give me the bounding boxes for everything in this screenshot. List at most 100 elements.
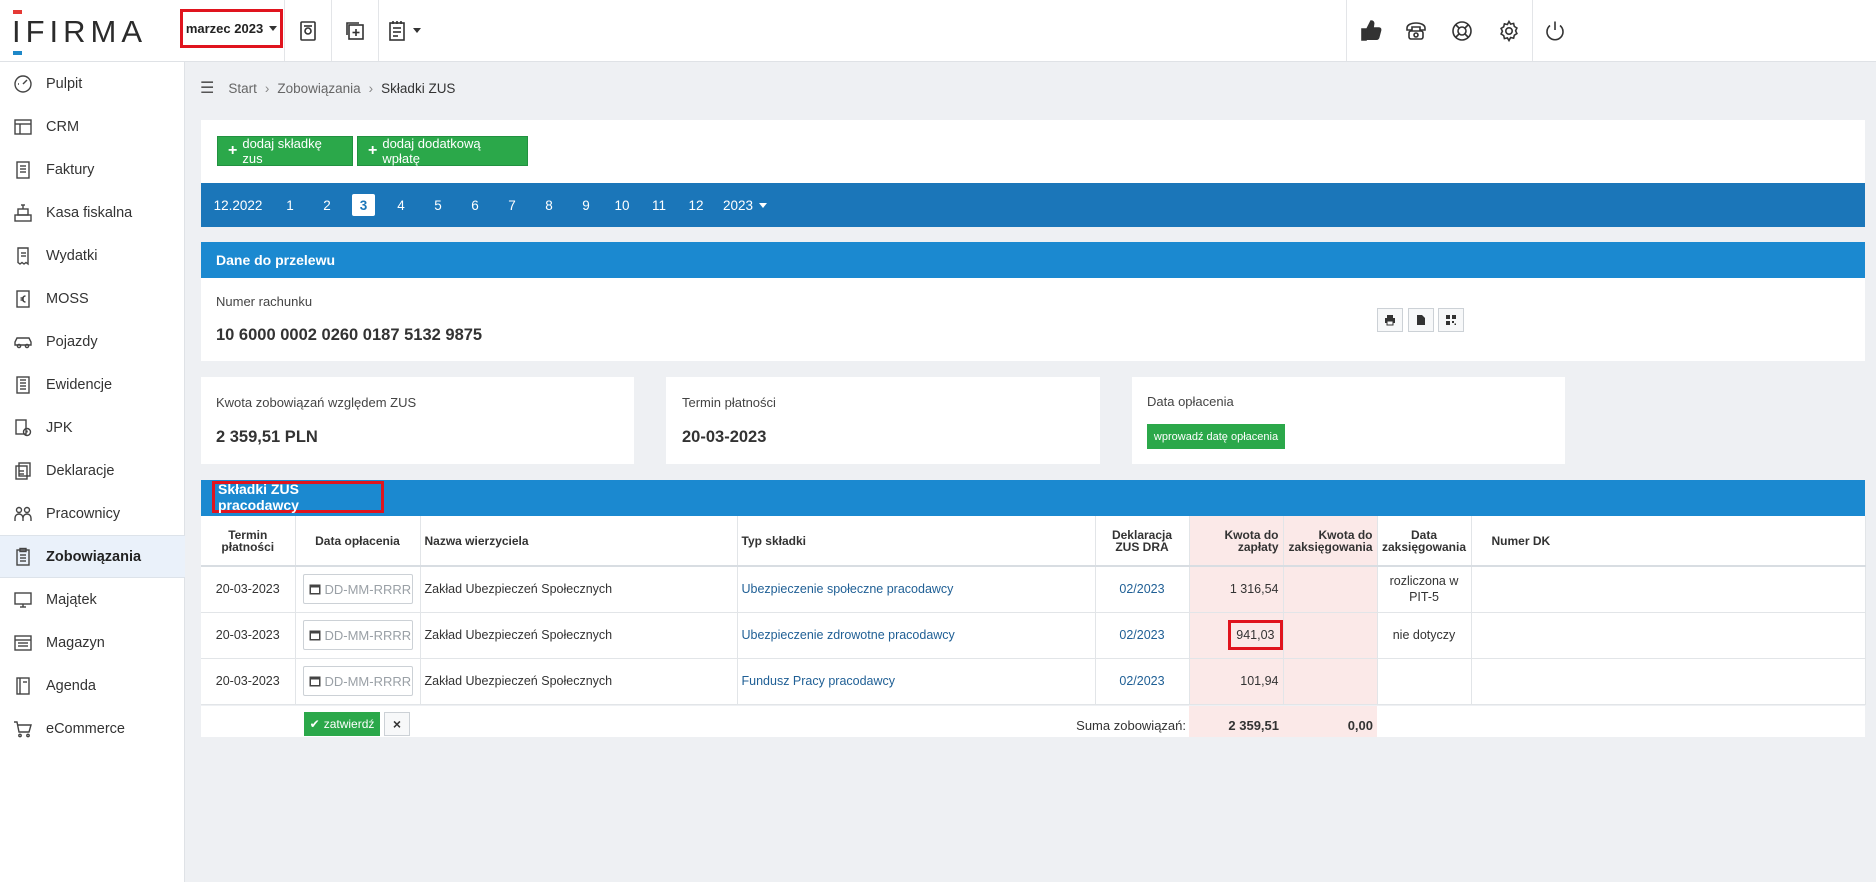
month-item-3[interactable]: 3: [352, 194, 375, 216]
phone-button[interactable]: [1394, 0, 1438, 61]
month-navigation: 12.2022 1 2 3 4 5 6 7 8 9 10 11 12 2023: [201, 183, 1865, 227]
contribution-type-link[interactable]: Ubezpieczenie zdrowotne pracodawcy: [742, 628, 955, 642]
sidebar-item-majatek[interactable]: Majątek: [0, 578, 185, 621]
sidebar-item-label: Deklaracje: [46, 462, 115, 479]
month-item-7[interactable]: 7: [501, 194, 523, 216]
month-item-6[interactable]: 6: [464, 194, 486, 216]
sidebar-item-label: Pojazdy: [46, 333, 98, 350]
sidebar-item-label: Ewidencje: [46, 376, 113, 393]
table-header-row: Termin płatności Data opłacenia Nazwa wi…: [201, 516, 1866, 567]
breadcrumb-start[interactable]: Start: [228, 81, 257, 96]
cancel-button[interactable]: ×: [384, 712, 410, 736]
monitor-icon: [14, 591, 32, 608]
column-header[interactable]: Termin płatności: [201, 516, 296, 567]
agenda-icon: [16, 676, 30, 695]
dk-number-cell: [1471, 612, 1866, 659]
ifirma-logo[interactable]: IFIRMA: [12, 10, 147, 55]
caret-down-icon: [413, 28, 421, 33]
payment-date-input[interactable]: DD-MM-RRRR: [302, 574, 413, 605]
month-item-1[interactable]: 1: [279, 194, 301, 216]
dra-link[interactable]: 02/2023: [1119, 674, 1164, 688]
column-header[interactable]: Nazwa wierzyciela: [420, 516, 738, 567]
table-row: 20-03-2023 DD-MM-RRRR Zakład Ubezpieczeń…: [201, 612, 1866, 659]
sidebar-item-agenda[interactable]: Agenda: [0, 664, 185, 707]
sidebar-item-deklaracje[interactable]: Deklaracje: [0, 449, 185, 492]
dra-link[interactable]: 02/2023: [1119, 582, 1164, 596]
column-header[interactable]: Numer DK: [1471, 516, 1866, 567]
add-payment-button[interactable]: + dodaj dodatkową wpłatę: [357, 136, 528, 166]
caret-down-icon: [269, 26, 278, 31]
dashboard-icon: [14, 74, 32, 93]
logout-button[interactable]: [1532, 0, 1576, 61]
month-item-11[interactable]: 11: [647, 194, 671, 216]
add-zus-button[interactable]: + dodaj składkę zus: [217, 136, 353, 166]
sidebar-item-ewidencje[interactable]: Ewidencje: [0, 363, 185, 406]
contribution-type-link[interactable]: Fundusz Pracy pracodawcy: [742, 674, 896, 688]
dra-link[interactable]: 02/2023: [1119, 628, 1164, 642]
sidebar-item-label: Faktury: [46, 161, 95, 178]
due-date-card: [666, 377, 1100, 464]
sidebar-item-wydatki[interactable]: Wydatki: [0, 234, 185, 277]
column-header[interactable]: Typ składki: [737, 516, 1096, 567]
transfer-header: Dane do przelewu: [201, 242, 1865, 278]
add-document-button[interactable]: [331, 0, 378, 61]
year-dropdown[interactable]: 2023: [721, 194, 769, 216]
like-button[interactable]: [1346, 0, 1394, 61]
qr-code-button[interactable]: [1438, 308, 1464, 332]
column-header[interactable]: Kwota do zaksięgowania: [1283, 516, 1378, 567]
month-item-12[interactable]: 12: [684, 194, 708, 216]
add-payment-label: dodaj dodatkową wpłatę: [382, 136, 481, 166]
date-placeholder: DD-MM-RRRR: [324, 673, 412, 689]
column-header[interactable]: Data opłacenia: [295, 516, 421, 567]
month-item-10[interactable]: 10: [610, 194, 634, 216]
contribution-type-link[interactable]: Ubezpieczenie społeczne pracodawcy: [742, 582, 954, 596]
month-item-12-2022[interactable]: 12.2022: [211, 194, 265, 216]
payment-date-input[interactable]: DD-MM-RRRR: [302, 620, 413, 650]
sidebar-item-pulpit[interactable]: Pulpit: [0, 62, 185, 105]
sidebar-item-moss[interactable]: MOSS: [0, 277, 185, 320]
euro-icon: [16, 289, 30, 308]
print-button[interactable]: [1377, 308, 1403, 332]
sidebar-item-label: Magazyn: [46, 634, 105, 651]
due-date-cell: 20-03-2023: [201, 612, 296, 659]
month-selector[interactable]: marzec 2023: [180, 9, 283, 48]
sidebar-item-faktury[interactable]: Faktury: [0, 148, 185, 191]
check-icon: ✔: [309, 717, 320, 731]
sidebar-item-label: Agenda: [46, 677, 96, 694]
menu-toggle-icon[interactable]: ☰: [200, 78, 214, 98]
table-row: 20-03-2023 DD-MM-RRRR Zakład Ubezpieczeń…: [201, 658, 1866, 705]
column-header[interactable]: Deklaracja ZUS DRA: [1095, 516, 1190, 567]
sidebar-item-pojazdy[interactable]: Pojazdy: [0, 320, 185, 363]
sidebar-item-kasa-fiskalna[interactable]: Kasa fiskalna: [0, 191, 185, 234]
month-item-9[interactable]: 9: [575, 194, 597, 216]
amount-value: 2 359,51 PLN: [216, 428, 318, 446]
receipt-button[interactable]: [284, 0, 331, 61]
sidebar-item-magazyn[interactable]: Magazyn: [0, 621, 185, 664]
breadcrumb-zobowiazania[interactable]: Zobowiązania: [277, 81, 360, 96]
sidebar-item-pracownicy[interactable]: Pracownicy: [0, 492, 185, 535]
confirm-button[interactable]: ✔ zatwierdź: [304, 712, 380, 736]
column-header[interactable]: Kwota do zapłaty: [1189, 516, 1284, 567]
due-date-cell: 20-03-2023: [201, 658, 296, 705]
sidebar-item-jpk[interactable]: JPK: [0, 406, 185, 449]
month-item-2[interactable]: 2: [316, 194, 338, 216]
dk-number-cell: [1471, 658, 1866, 705]
notes-dropdown-button[interactable]: [378, 0, 428, 61]
payment-date-input[interactable]: DD-MM-RRRR: [302, 666, 413, 696]
cart-icon: [14, 720, 32, 737]
month-item-4[interactable]: 4: [390, 194, 412, 216]
month-item-8[interactable]: 8: [538, 194, 560, 216]
settings-button[interactable]: [1486, 0, 1532, 61]
date-placeholder: DD-MM-RRRR: [324, 581, 412, 597]
due-date-label: Termin płatności: [682, 395, 776, 410]
month-item-5[interactable]: 5: [427, 194, 449, 216]
column-header[interactable]: Data zaksięgowania: [1377, 516, 1472, 567]
sidebar-item-ecommerce[interactable]: eCommerce: [0, 707, 185, 750]
sidebar-item-crm[interactable]: CRM: [0, 105, 185, 148]
help-button[interactable]: [1438, 0, 1486, 61]
qr-code-icon: [1446, 315, 1456, 325]
enter-payment-date-button[interactable]: wprowadź datę opłacenia: [1147, 424, 1285, 449]
document-button[interactable]: [1408, 308, 1434, 332]
sidebar-item-zobowiazania[interactable]: Zobowiązania: [0, 535, 185, 578]
booked-date-cell: nie dotyczy: [1377, 612, 1472, 659]
